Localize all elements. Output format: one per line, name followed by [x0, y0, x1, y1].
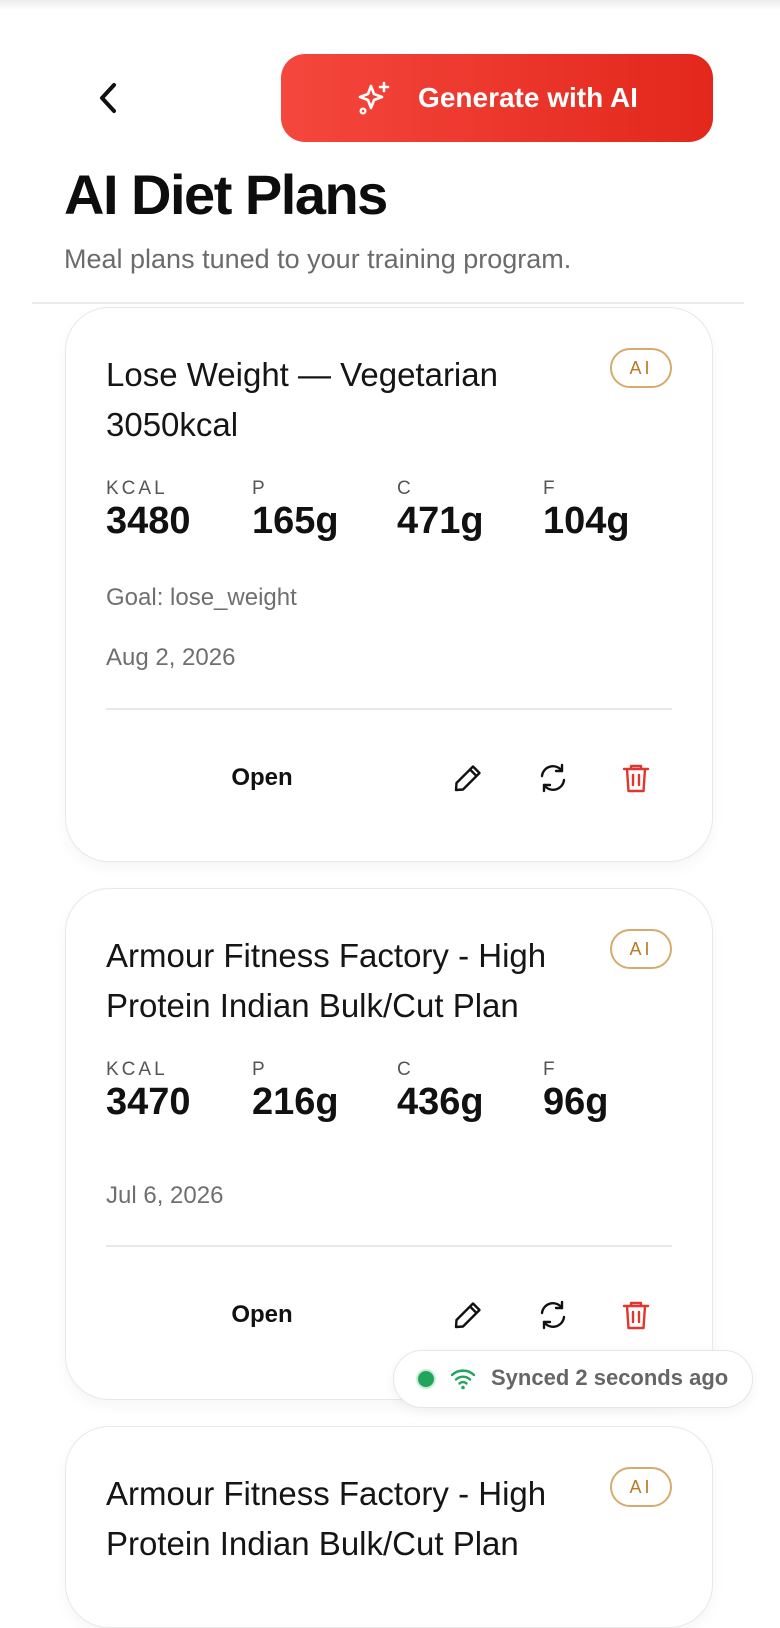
ai-badge: AI: [610, 348, 672, 388]
macro-label: KCAL: [106, 478, 168, 499]
macro-value: 165g: [252, 500, 339, 542]
macro-value: 104g: [543, 500, 630, 542]
open-button[interactable]: Open: [186, 752, 338, 804]
plan-title: Lose Weight — Vegetarian 3050kcal: [106, 356, 498, 443]
generate-button-label: Generate with AI: [418, 82, 638, 113]
sync-text: Synced 2 seconds ago: [491, 1365, 729, 1390]
diet-plan-card[interactable]: Armour Fitness Factory - High Protein In…: [65, 1426, 713, 1628]
status-dot: [416, 1369, 436, 1389]
top-shadow: [0, 0, 780, 10]
macro-label: F: [543, 1059, 558, 1080]
ai-badge: AI: [610, 929, 672, 969]
edit-button[interactable]: [442, 752, 494, 804]
macro-value: 436g: [397, 1081, 484, 1123]
header-divider: [32, 302, 744, 304]
refresh-icon: [540, 1300, 566, 1330]
macro-label: KCAL: [106, 1059, 168, 1080]
plan-date: Jul 6, 2026: [106, 1182, 224, 1209]
delete-button[interactable]: [610, 1289, 662, 1341]
chevron-left-icon: [100, 83, 116, 113]
regenerate-button[interactable]: [527, 1289, 579, 1341]
plan-date: Aug 2, 2026: [106, 644, 236, 671]
pencil-icon: [454, 765, 481, 792]
plan-goal: Goal: lose_weight: [106, 584, 297, 611]
diet-plan-card[interactable]: Armour Fitness Factory - High Protein In…: [65, 888, 713, 1400]
macro-value: 471g: [397, 500, 484, 542]
sync-status: Synced 2 seconds ago: [393, 1350, 753, 1408]
macro-label: P: [252, 1059, 268, 1080]
trash-icon: [622, 764, 650, 793]
sparkles-icon: [356, 80, 392, 116]
macro-label: C: [397, 478, 414, 499]
macro-label: C: [397, 1059, 414, 1080]
macro-value: 216g: [252, 1081, 339, 1123]
refresh-icon: [540, 763, 566, 793]
diet-plan-card[interactable]: Lose Weight — Vegetarian 3050kcal AI KCA…: [65, 307, 713, 862]
regenerate-button[interactable]: [527, 752, 579, 804]
macro-value: 3480: [106, 500, 191, 542]
macro-label: P: [252, 478, 268, 499]
ai-badge: AI: [610, 1467, 672, 1507]
macro-label: F: [543, 478, 558, 499]
macro-value: 3470: [106, 1081, 191, 1123]
edit-button[interactable]: [442, 1289, 494, 1341]
page-title: AI Diet Plans: [64, 163, 388, 226]
wifi-icon: [450, 1366, 476, 1392]
back-button[interactable]: [86, 76, 130, 120]
plan-title: Armour Fitness Factory - High Protein In…: [106, 1475, 547, 1562]
generate-with-ai-button[interactable]: Generate with AI: [281, 54, 713, 142]
open-button[interactable]: Open: [186, 1289, 338, 1341]
page-subtitle: Meal plans tuned to your training progra…: [64, 244, 572, 274]
delete-button[interactable]: [610, 752, 662, 804]
plan-title: Armour Fitness Factory - High Protein In…: [106, 937, 547, 1024]
card-divider: [106, 1245, 672, 1247]
pencil-icon: [454, 1302, 481, 1329]
card-divider: [106, 708, 672, 710]
macro-value: 96g: [543, 1081, 609, 1123]
trash-icon: [622, 1301, 650, 1330]
